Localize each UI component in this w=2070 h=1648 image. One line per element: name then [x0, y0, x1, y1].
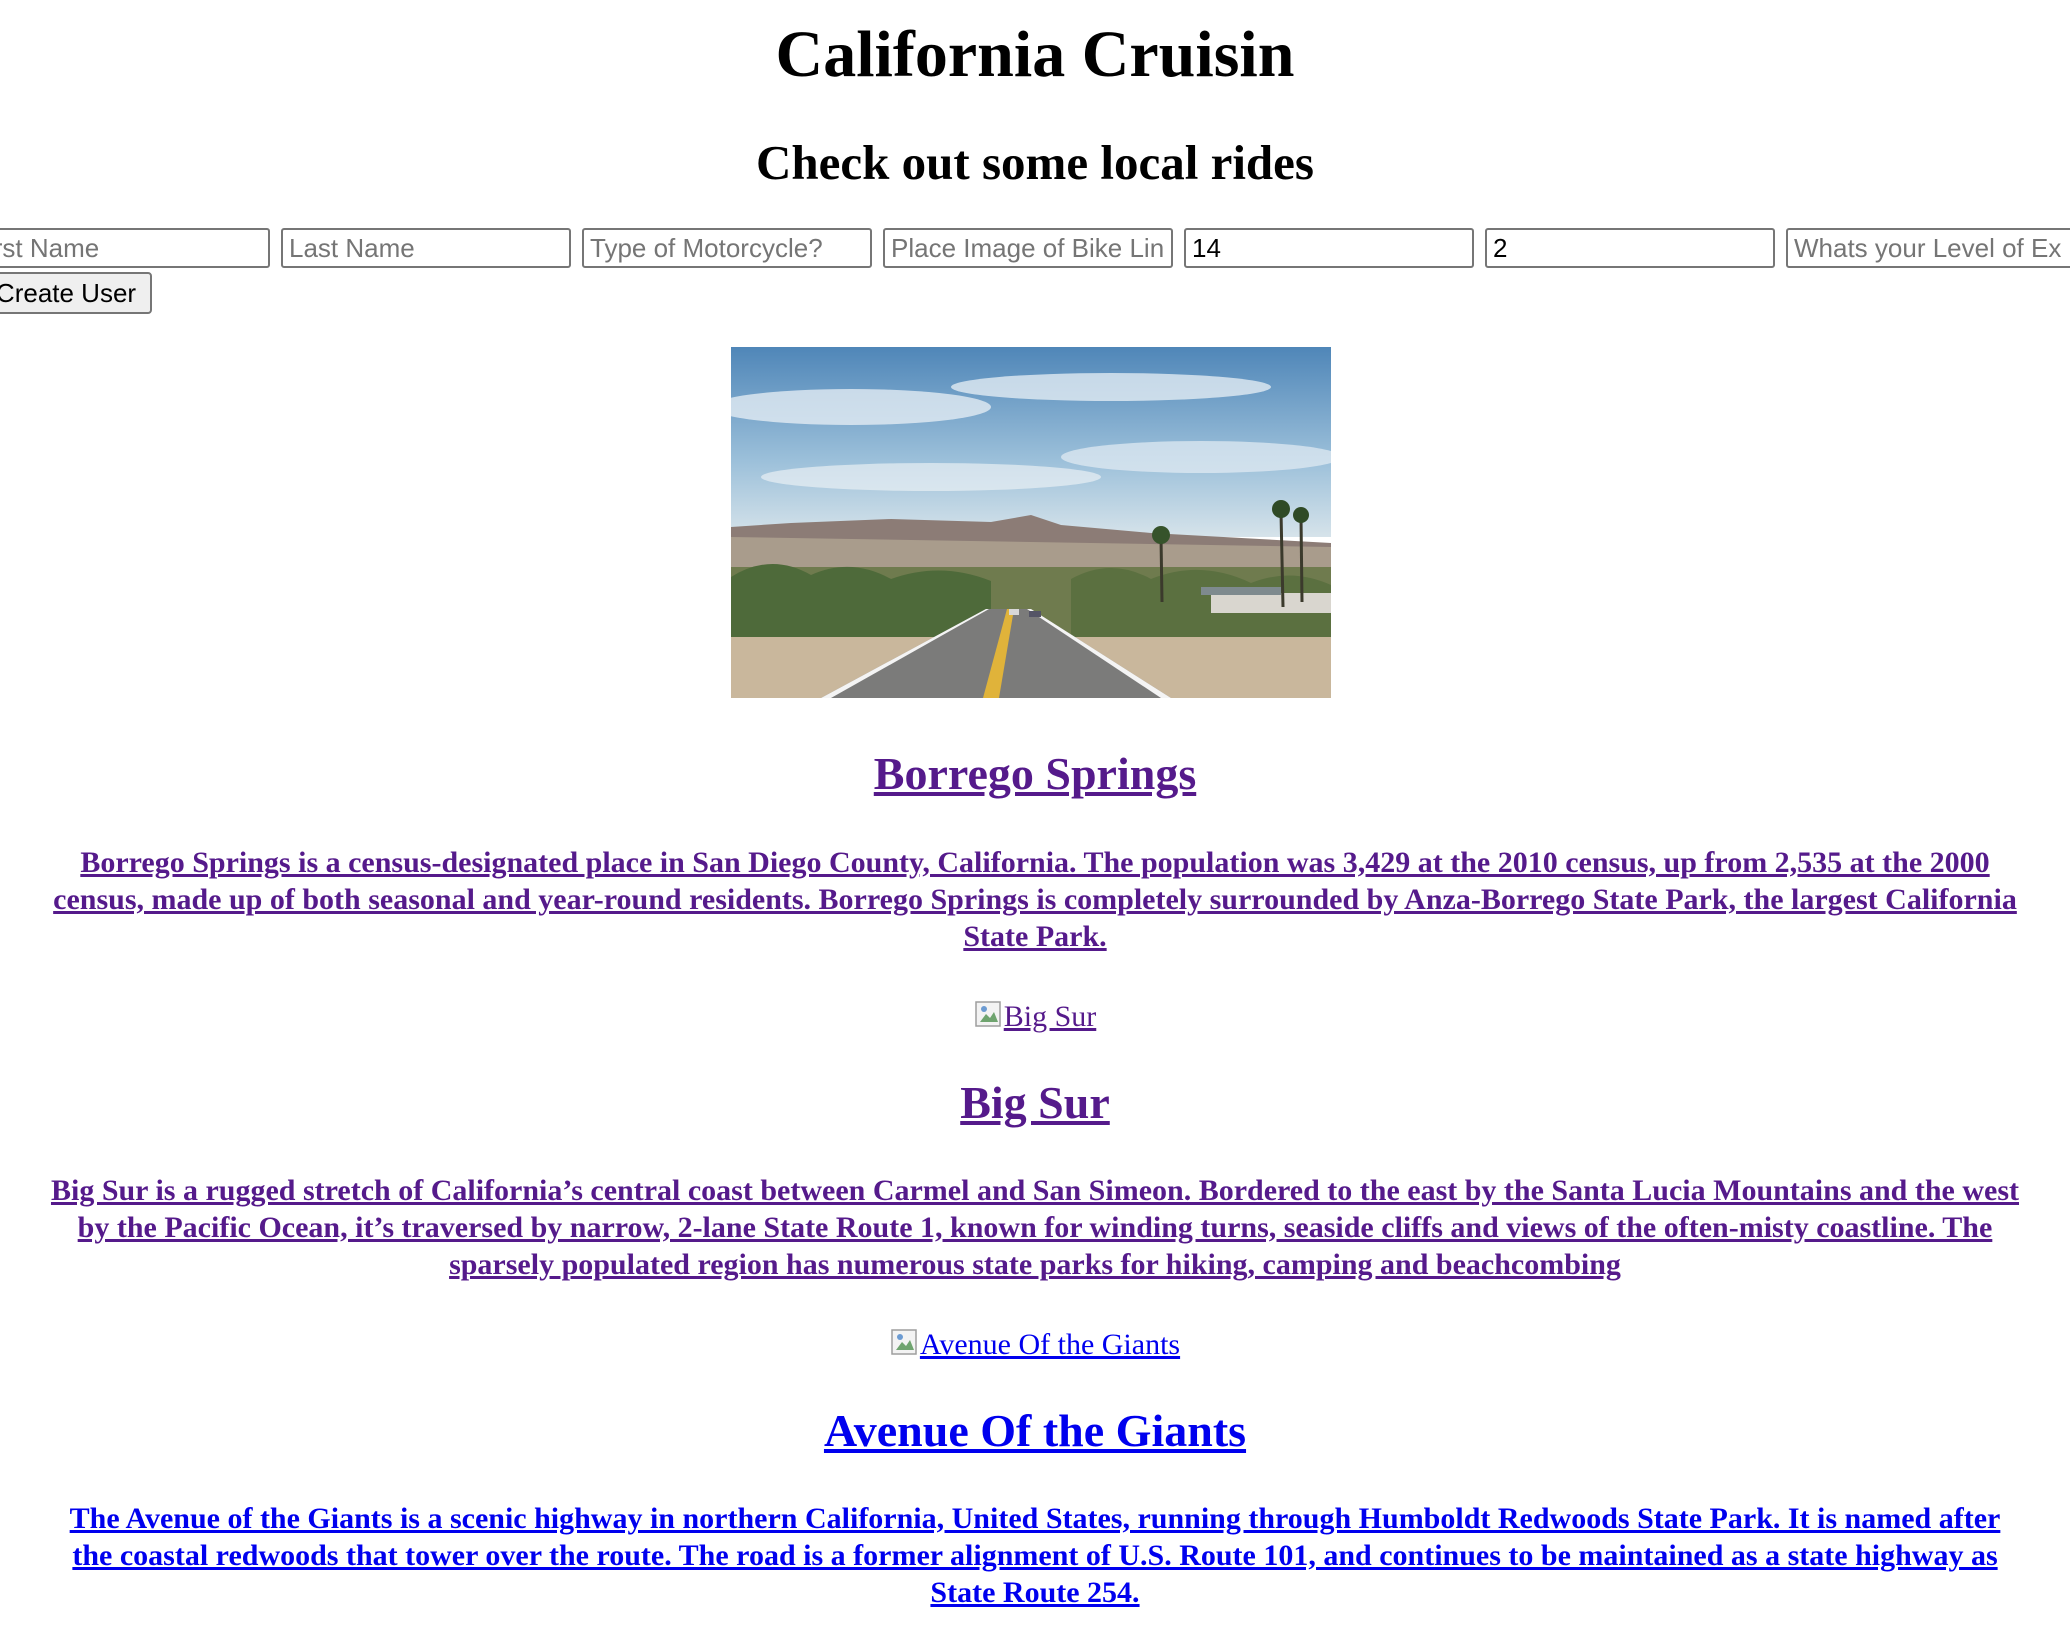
- broken-image-icon: [891, 1329, 917, 1355]
- first-name-input[interactable]: irst Name: [0, 228, 270, 268]
- bike-image-link-input[interactable]: Place Image of Bike Lin: [883, 228, 1173, 268]
- avenue-of-the-giants-image-block: Avenue Of the Giants: [0, 1325, 2070, 1365]
- avenue-of-the-giants-image-alt: Avenue Of the Giants: [919, 1328, 1181, 1361]
- avenue-of-the-giants-image-link[interactable]: Avenue Of the Giants: [890, 1328, 1180, 1361]
- big-sur-image-link[interactable]: Big Sur: [974, 1000, 1097, 1033]
- page-title: California Cruisin: [775, 18, 1295, 91]
- ride-description-big-sur[interactable]: Big Sur is a rugged stretch of Californi…: [50, 1172, 2020, 1283]
- desert-road-photo: [731, 347, 1331, 698]
- ride-description-avenue-of-the-giants[interactable]: The Avenue of the Giants is a scenic hig…: [50, 1500, 2020, 1611]
- ride-title-avenue-of-the-giants[interactable]: Avenue Of the Giants: [0, 1401, 2070, 1461]
- number-input-1[interactable]: 14: [1184, 228, 1474, 268]
- ride-description-borrego-springs[interactable]: Borrego Springs is a census-designated p…: [50, 844, 2020, 955]
- ride-title-borrego-springs[interactable]: Borrego Springs: [0, 744, 2070, 804]
- broken-image-icon: [974, 1001, 1001, 1027]
- create-user-form: irst Name Last Name Type of Motorcycle? …: [0, 228, 2070, 328]
- last-name-input[interactable]: Last Name: [281, 228, 571, 268]
- big-sur-image-alt: Big Sur: [1003, 1000, 1097, 1033]
- big-sur-image-block: Big Sur: [0, 997, 2070, 1037]
- experience-level-input[interactable]: Whats your Level of Ex: [1786, 228, 2070, 268]
- number-input-2[interactable]: 2: [1485, 228, 1775, 268]
- page-subtitle: Check out some local rides: [756, 135, 1314, 190]
- create-user-button[interactable]: Create User: [0, 272, 152, 314]
- motorcycle-type-input[interactable]: Type of Motorcycle?: [582, 228, 872, 268]
- borrego-springs-image-link[interactable]: [731, 347, 1331, 698]
- ride-title-big-sur[interactable]: Big Sur: [0, 1073, 2070, 1133]
